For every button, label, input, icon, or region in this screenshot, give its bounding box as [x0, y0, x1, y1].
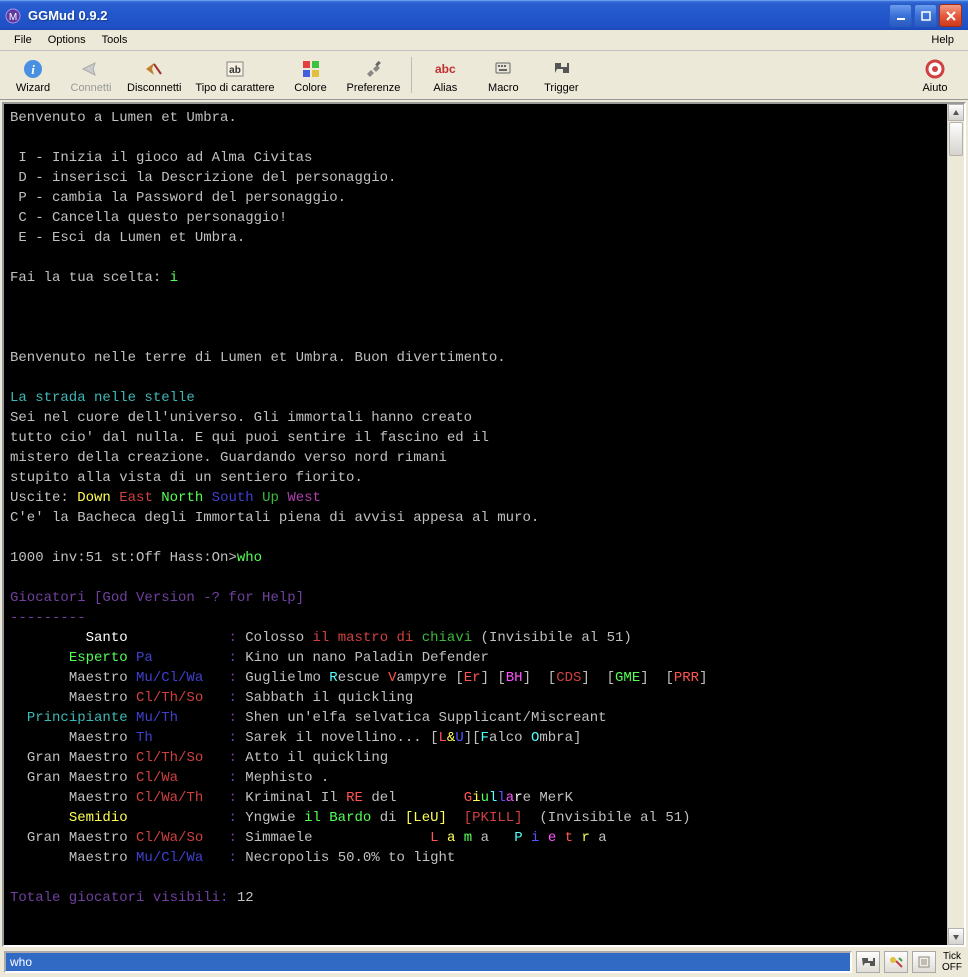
macro-icon [492, 58, 514, 80]
command-input[interactable] [4, 951, 852, 973]
terminal-output[interactable]: Benvenuto a Lumen et Umbra. I - Inizia i… [4, 104, 947, 945]
connect-icon [80, 58, 102, 80]
color-icon [300, 58, 322, 80]
preferences-icon [362, 58, 384, 80]
window-titlebar: M GGMud 0.9.2 [0, 0, 968, 30]
menu-tools[interactable]: Tools [94, 32, 136, 48]
aiuto-button[interactable]: Aiuto [906, 53, 964, 97]
alias-icon: abc [434, 58, 456, 80]
vertical-scrollbar[interactable] [947, 104, 964, 945]
scroll-down-button[interactable] [948, 928, 964, 945]
trigger-button[interactable]: Trigger [532, 53, 590, 97]
scroll-up-button[interactable] [948, 104, 964, 121]
menu-help[interactable]: Help [923, 32, 962, 48]
bottombar: Tick OFF [0, 949, 968, 977]
help-icon [924, 58, 946, 80]
wizard-button[interactable]: i Wizard [4, 53, 62, 97]
menubar: File Options Tools Help [0, 30, 968, 51]
menu-file[interactable]: File [6, 32, 40, 48]
bottom-trigger-button[interactable] [856, 951, 880, 973]
svg-text:M: M [9, 12, 17, 23]
bottom-run-button[interactable] [884, 951, 908, 973]
toolbar: i Wizard Connetti Disconnetti ab Tipo di… [0, 51, 968, 100]
menu-options[interactable]: Options [40, 32, 94, 48]
connetti-button[interactable]: Connetti [62, 53, 120, 97]
disconnect-icon [143, 58, 165, 80]
colore-button[interactable]: Colore [282, 53, 340, 97]
preferenze-button[interactable]: Preferenze [340, 53, 408, 97]
tick-indicator: Tick OFF [940, 951, 964, 973]
bottom-notes-button[interactable] [912, 951, 936, 973]
svg-text:i: i [31, 62, 35, 77]
maximize-button[interactable] [914, 4, 937, 27]
svg-text:ab: ab [229, 65, 241, 76]
scroll-thumb[interactable] [949, 122, 963, 156]
font-icon: ab [224, 58, 246, 80]
trigger-icon [550, 58, 572, 80]
disconnetti-button[interactable]: Disconnetti [120, 53, 188, 97]
tipo-carattere-button[interactable]: ab Tipo di carattere [188, 53, 281, 97]
close-button[interactable] [939, 4, 962, 27]
minimize-button[interactable] [889, 4, 912, 27]
macro-button[interactable]: Macro [474, 53, 532, 97]
app-icon: M [4, 7, 22, 25]
alias-button[interactable]: abc Alias [416, 53, 474, 97]
window-title: GGMud 0.9.2 [28, 8, 889, 23]
info-icon: i [22, 58, 44, 80]
